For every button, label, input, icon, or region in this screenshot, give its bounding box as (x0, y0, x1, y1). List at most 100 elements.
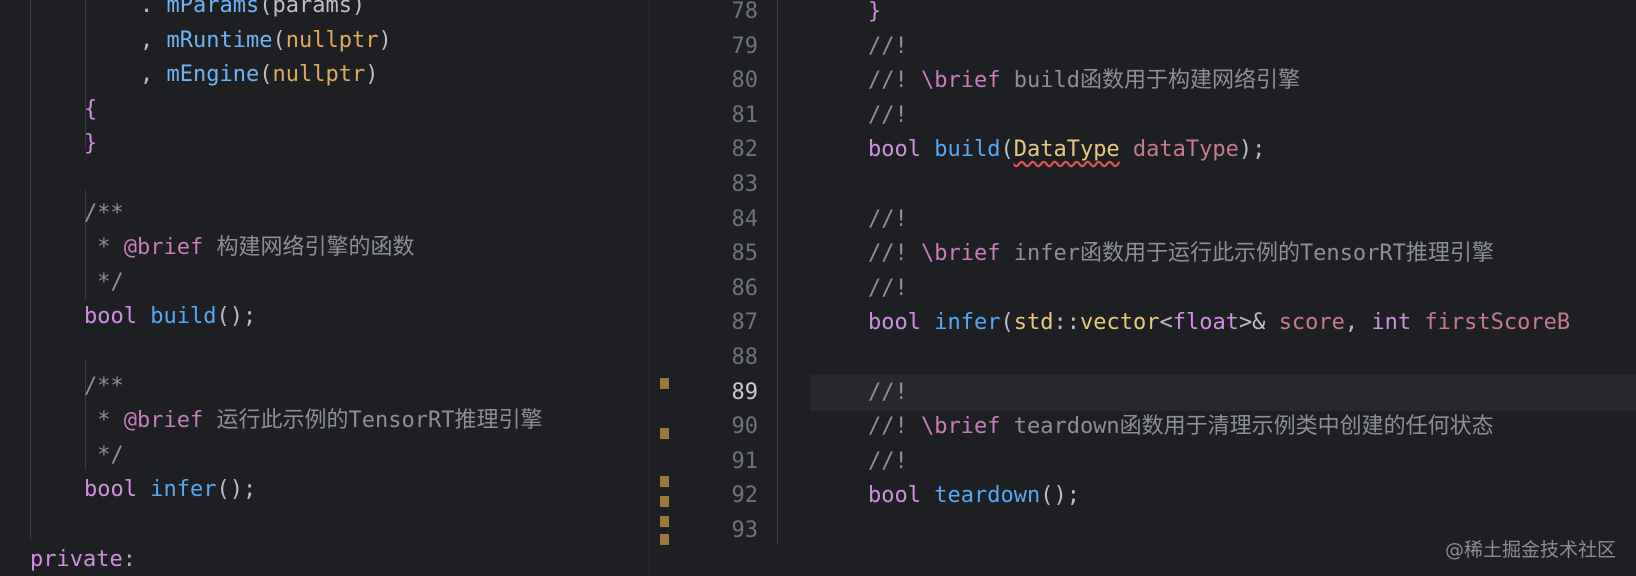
code-text: //! (868, 202, 908, 238)
code-token: //! (868, 379, 908, 405)
code-text: bool infer(); (84, 472, 256, 508)
code-token: //! (868, 414, 921, 440)
code-text: bool teardown(); (868, 478, 1080, 514)
code-line[interactable]: 84 //! (680, 202, 1636, 238)
code-token: teardown函数用于清理示例类中创建的任何状态 (1000, 414, 1494, 440)
code-token: //! (868, 275, 908, 301)
line-number[interactable]: 91 (680, 444, 759, 480)
code-text: //! \brief build函数用于构建网络引擎 (868, 63, 1300, 99)
right-editor-pane[interactable]: 78} 79//! 80//! \brief build函数用于构建网络引擎 81//… (680, 0, 1636, 576)
code-line[interactable]: { (0, 92, 650, 128)
code-token: (params) (259, 0, 366, 18)
line-number[interactable]: 93 (680, 513, 759, 549)
code-line[interactable]: /** (0, 369, 650, 405)
code-token: ) (365, 62, 379, 88)
line-number[interactable]: 90 (680, 409, 759, 445)
code-line[interactable]: , mRuntime(nullptr) (0, 23, 650, 59)
code-line[interactable]: , mEngine(nullptr) (0, 57, 650, 93)
code-token: ( (259, 62, 273, 88)
code-token: float (1172, 310, 1239, 336)
code-token: //! (868, 241, 921, 267)
line-number[interactable]: 84 (680, 202, 759, 238)
code-line[interactable]: private: (0, 542, 650, 576)
line-number[interactable]: 81 (680, 98, 759, 134)
code-text: private: (30, 542, 136, 576)
code-line[interactable]: /** (0, 196, 650, 232)
left-editor-pane[interactable]: . mParams(params), mRuntime(nullptr), mE… (0, 0, 650, 576)
code-token: * (84, 235, 124, 261)
code-token: (); (216, 304, 257, 330)
code-line[interactable]: 91 //! (680, 444, 1636, 480)
code-token: */ (84, 442, 124, 468)
code-line[interactable]: */ (0, 265, 650, 301)
code-line[interactable]: 83 (680, 167, 1636, 203)
editor-splitter[interactable] (650, 0, 680, 576)
line-number[interactable]: 82 (680, 132, 759, 168)
code-token: private: (30, 546, 136, 572)
code-text: * @brief 构建网络引擎的函数 (84, 230, 414, 266)
code-token: teardown (934, 483, 1041, 509)
code-text: * @brief 运行此示例的TensorRT推理引擎 (84, 403, 542, 439)
code-text: /** (84, 369, 124, 405)
code-token: bool (84, 477, 151, 503)
code-token: ( (1000, 137, 1014, 163)
line-number[interactable]: 85 (680, 236, 759, 272)
code-token: >& (1238, 310, 1279, 336)
code-line[interactable]: * @brief 构建网络引擎的函数 (0, 230, 650, 266)
code-line[interactable]: 90 //! \brief teardown函数用于清理示例类中创建的任何状态 (680, 409, 1636, 445)
code-line[interactable]: 79 //! (680, 29, 1636, 65)
code-line[interactable]: 85 //! \brief infer函数用于运行此示例的TensorRT推理引擎 (680, 236, 1636, 272)
code-line[interactable] (0, 161, 650, 197)
code-token: //! (868, 33, 908, 59)
code-token: std (1013, 310, 1054, 336)
code-token: { (84, 96, 98, 122)
change-marker[interactable] (660, 534, 669, 545)
code-token: \brief (920, 414, 1001, 440)
change-marker[interactable] (660, 496, 669, 507)
code-line[interactable]: 87 bool infer(std::vector<float>& score, … (680, 305, 1636, 341)
line-number[interactable]: 86 (680, 271, 759, 307)
code-line[interactable] (0, 507, 650, 543)
code-token: DataType (1013, 137, 1120, 163)
code-line[interactable]: */ (0, 438, 650, 474)
line-number[interactable]: 92 (680, 478, 759, 514)
change-marker[interactable] (660, 428, 669, 439)
change-marker[interactable] (660, 476, 669, 487)
code-token: ); (1238, 137, 1266, 163)
line-number[interactable]: 78 (680, 0, 759, 30)
line-number[interactable]: 79 (680, 29, 759, 65)
code-line[interactable]: . mParams(params) (0, 0, 650, 24)
code-token: /** (84, 373, 124, 399)
line-number[interactable]: 83 (680, 167, 759, 203)
code-line[interactable]: 86 //! (680, 271, 1636, 307)
code-line[interactable]: 89 //! (680, 375, 1636, 411)
code-line[interactable] (0, 334, 650, 370)
line-number[interactable]: 89 (680, 375, 759, 411)
code-line[interactable]: 80 //! \brief build函数用于构建网络引擎 (680, 63, 1636, 99)
line-number[interactable]: 80 (680, 63, 759, 99)
change-marker[interactable] (660, 378, 669, 389)
code-line[interactable]: * @brief 运行此示例的TensorRT推理引擎 (0, 403, 650, 439)
code-text: //! (868, 375, 908, 411)
code-token: //! (868, 206, 908, 232)
code-line[interactable]: 78} (680, 0, 1636, 30)
code-line[interactable]: 81 //! (680, 98, 1636, 134)
code-token: mEngine (166, 62, 260, 88)
code-line[interactable]: bool build(); (0, 299, 650, 335)
code-token: int (1371, 310, 1425, 336)
code-line[interactable]: 92 bool teardown(); (680, 478, 1636, 514)
code-line[interactable]: bool infer(); (0, 472, 650, 508)
code-token: infer (934, 310, 1001, 336)
code-line[interactable]: } (0, 126, 650, 162)
code-line[interactable]: 82 bool build(DataType dataType); (680, 132, 1636, 168)
line-number[interactable]: 87 (680, 305, 759, 341)
code-line[interactable]: 88 (680, 340, 1636, 376)
code-text: //! (868, 444, 908, 480)
change-marker[interactable] (660, 516, 669, 527)
code-token: , (140, 27, 167, 53)
line-number[interactable]: 88 (680, 340, 759, 376)
code-token: @brief (123, 408, 204, 434)
code-token: bool (84, 304, 151, 330)
code-token: mParams (166, 0, 260, 18)
code-text: , mRuntime(nullptr) (140, 23, 392, 59)
